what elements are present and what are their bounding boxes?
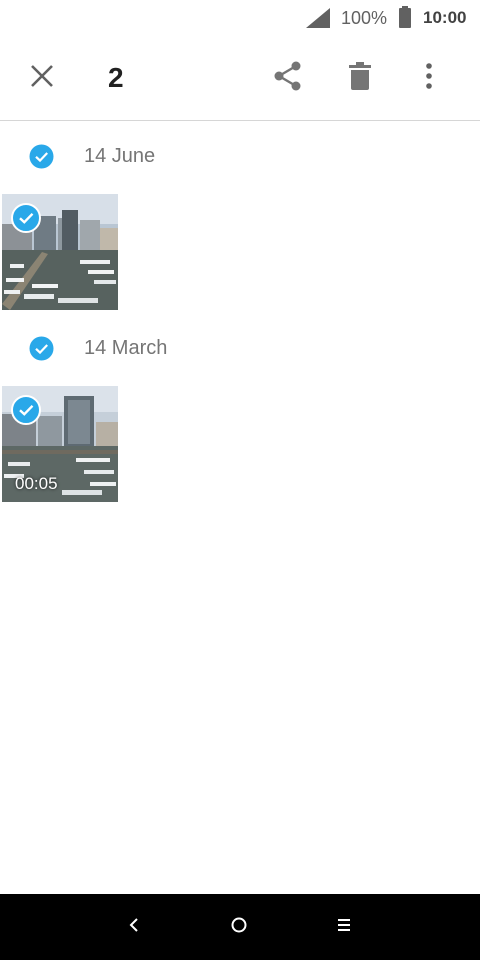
item-checked-icon[interactable]	[11, 395, 41, 430]
delete-button[interactable]	[336, 54, 384, 102]
recents-icon	[336, 917, 352, 938]
status-bar: 100% 10:00	[0, 0, 480, 36]
video-duration: 00:05	[15, 474, 58, 493]
date-label: 14 March	[84, 337, 168, 359]
back-button[interactable]	[116, 910, 152, 944]
close-selection-button[interactable]	[18, 54, 66, 102]
clock: 10:00	[423, 8, 467, 27]
date-group-header[interactable]: 14 March	[0, 328, 480, 368]
item-checked-icon[interactable]	[11, 203, 41, 238]
group-checked-icon[interactable]	[29, 144, 54, 174]
signal-icon	[306, 8, 330, 33]
group-checked-icon[interactable]	[29, 336, 54, 366]
media-thumbnail[interactable]	[2, 194, 118, 310]
close-icon	[30, 64, 54, 93]
home-button[interactable]	[221, 910, 257, 944]
system-navigation-bar	[0, 894, 480, 960]
battery-icon	[398, 6, 412, 33]
more-vert-icon	[425, 62, 433, 94]
delete-icon	[348, 61, 372, 95]
date-label: 14 June	[84, 145, 156, 167]
back-icon	[128, 917, 140, 938]
home-icon	[230, 916, 248, 939]
selection-action-bar: 2	[0, 36, 480, 121]
more-options-button[interactable]	[405, 54, 453, 102]
date-group-header[interactable]: 14 June	[0, 136, 480, 176]
share-icon	[273, 61, 303, 96]
selected-count: 2	[108, 62, 124, 93]
battery-percentage: 100%	[341, 8, 388, 28]
recents-button[interactable]	[326, 910, 362, 944]
share-button[interactable]	[264, 54, 312, 102]
media-thumbnail[interactable]: 00:05	[2, 386, 118, 502]
